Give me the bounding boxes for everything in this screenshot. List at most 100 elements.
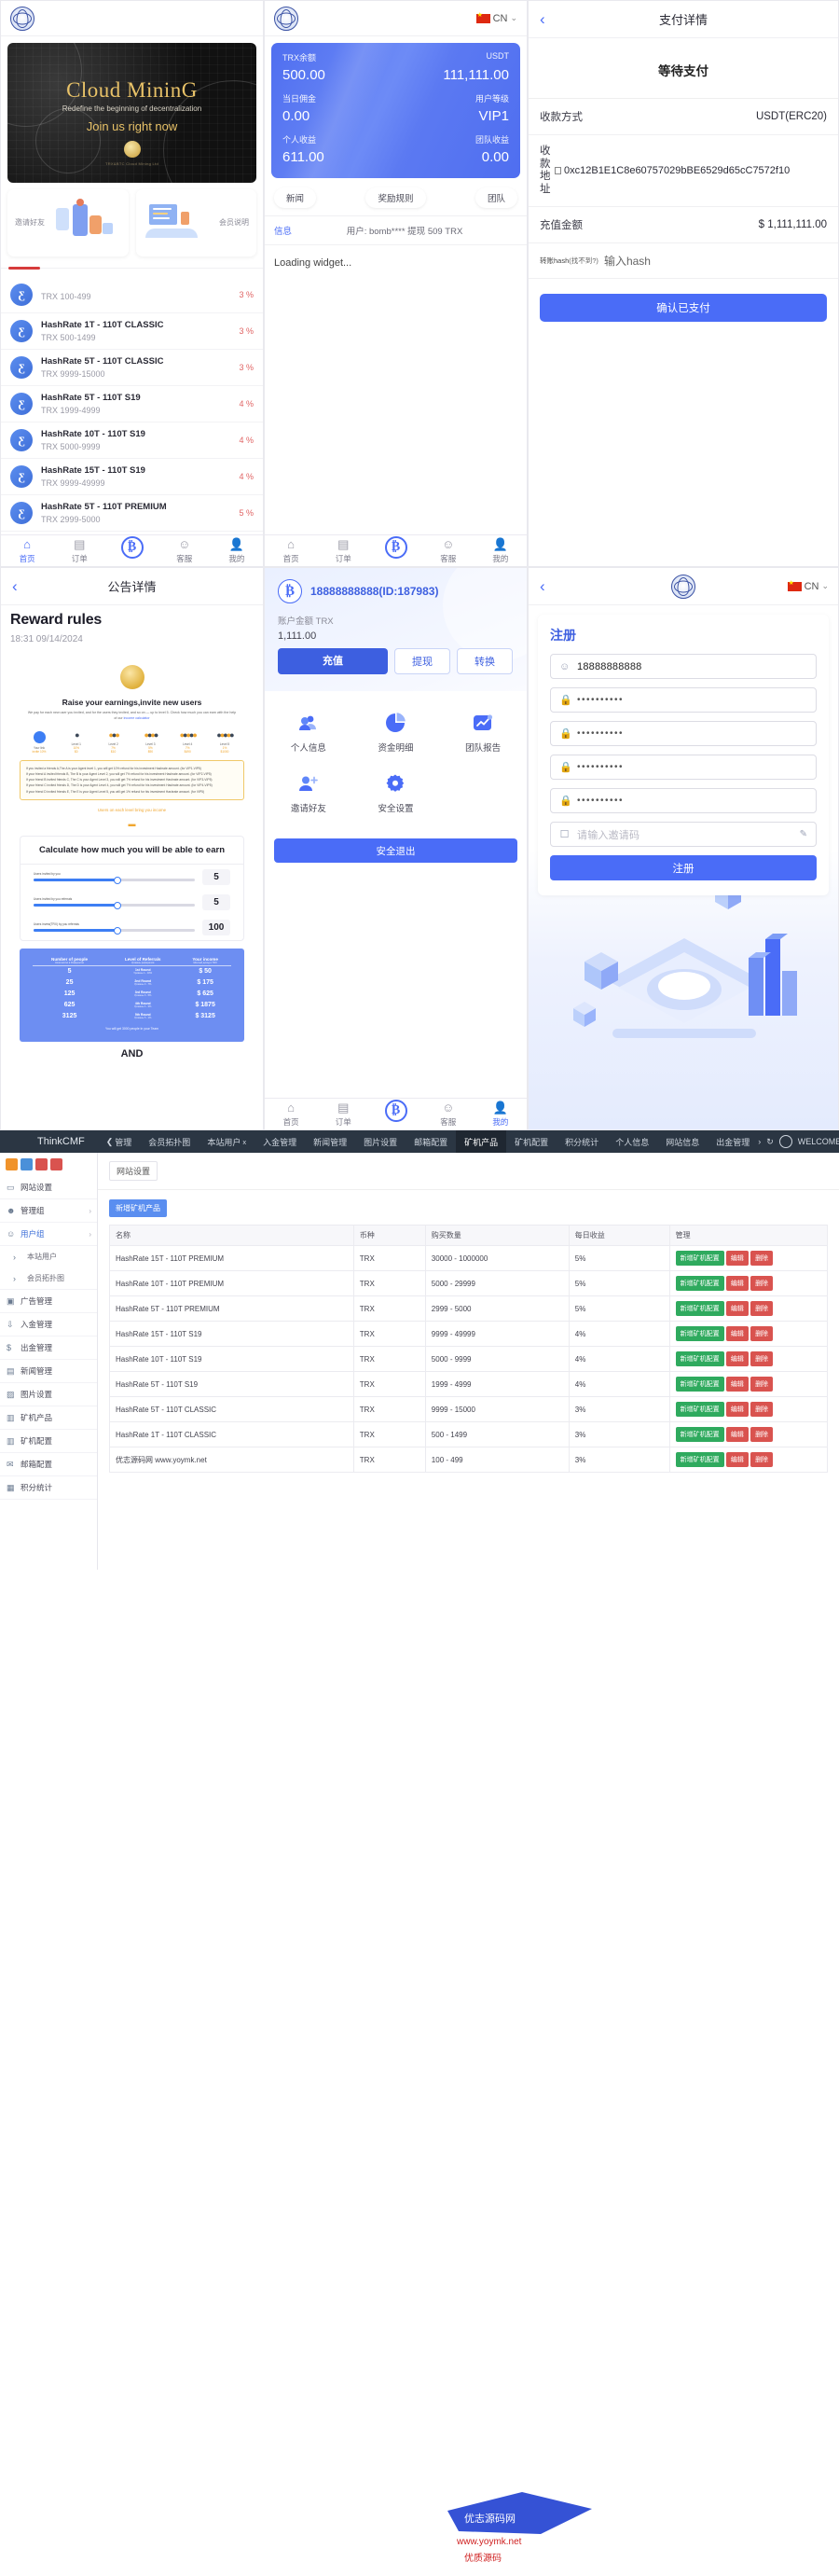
tab-home[interactable]: ⌂ 首页 xyxy=(265,1101,317,1128)
pill-reward-rules[interactable]: 奖励规则 xyxy=(365,187,426,208)
field-phone[interactable]: ☺ 18888888888 xyxy=(550,654,817,679)
convert-button[interactable]: 转换 xyxy=(457,648,513,674)
delete-button[interactable]: 删除 xyxy=(750,1452,774,1467)
delete-button[interactable]: 删除 xyxy=(750,1326,774,1341)
sidebar-item-site-users[interactable]: › 本站用户 xyxy=(0,1246,97,1267)
chevron-left-icon[interactable]: ‹ xyxy=(12,577,18,596)
scan-icon[interactable]: ✎ xyxy=(800,829,807,839)
quick-fire-icon[interactable] xyxy=(50,1158,62,1170)
edit-button[interactable]: 编辑 xyxy=(725,1377,749,1392)
sidebar-item-deposit-mgmt[interactable]: ⇩ 入金管理 xyxy=(0,1313,97,1336)
safe-exit-button[interactable]: 安全退出 xyxy=(274,838,517,863)
language-selector[interactable]: CN ⌄ xyxy=(475,11,517,24)
menu-personal-info[interactable]: 个人信息 xyxy=(265,704,352,765)
quick-alert-icon[interactable] xyxy=(35,1158,48,1170)
nav-points-stats[interactable]: 积分统计 xyxy=(557,1130,607,1153)
tab-profile[interactable]: 👤 我的 xyxy=(475,1101,527,1128)
product-row[interactable]: Ƹ HashRate 5T - 110T CLASSIC TRX 9999-15… xyxy=(1,350,263,386)
sidebar-item-admin-group[interactable]: ☻ 管理组 › xyxy=(0,1199,97,1223)
tab-profile[interactable]: 👤 我的 xyxy=(211,537,263,564)
tab-profile[interactable]: 👤 我的 xyxy=(475,537,527,564)
add-config-button[interactable]: 新增矿机配置 xyxy=(675,1427,724,1442)
product-row[interactable]: Ƹ HashRate 10T - 110T S19 TRX 5000-9999 … xyxy=(1,422,263,459)
sidebar-item-miner-products[interactable]: ▥ 矿机产品 xyxy=(0,1406,97,1430)
field-password-confirm[interactable]: 🔒 •••••••••• xyxy=(550,721,817,746)
nav-member-topology[interactable]: 会员拓扑图 xyxy=(140,1130,199,1153)
menu-invite-friends[interactable]: 邀请好友 xyxy=(265,765,352,825)
add-config-button[interactable]: 新增矿机配置 xyxy=(675,1326,724,1341)
tab-mining[interactable]: ₿ xyxy=(369,536,421,560)
nav-mail-config[interactable]: 邮箱配置 xyxy=(406,1130,456,1153)
add-config-button[interactable]: 新增矿机配置 xyxy=(675,1251,724,1266)
field-invite-code[interactable]: ☐ 请输入邀请码 ✎ xyxy=(550,822,817,847)
breadcrumb-label[interactable]: 网站设置 xyxy=(109,1161,158,1181)
home-banner[interactable]: Cloud MininG Redefine the beginning of d… xyxy=(7,43,256,183)
delete-button[interactable]: 删除 xyxy=(750,1377,774,1392)
product-row[interactable]: Ƹ HashRate 1T - 110T CLASSIC TRX 500-149… xyxy=(1,313,263,350)
nav-miner-config[interactable]: 矿机配置 xyxy=(506,1130,557,1153)
nav-withdraw-mgmt[interactable]: 出金管理 xyxy=(708,1130,758,1153)
field-password[interactable]: 🔒 •••••••••• xyxy=(550,687,817,713)
tab-orders[interactable]: ▤ 订单 xyxy=(53,537,105,564)
sidebar-item-user-group[interactable]: ☺ 用户组 › xyxy=(0,1223,97,1246)
nav-manage[interactable]: ❮ 管理 xyxy=(98,1130,141,1153)
menu-fund-details[interactable]: 资金明细 xyxy=(352,704,440,765)
refresh-icon[interactable]: ↻ xyxy=(766,1137,774,1147)
menu-team-report[interactable]: 团队报告 xyxy=(439,704,527,765)
card-member-info[interactable]: 会员说明 xyxy=(135,189,256,256)
sidebar-item-points-stats[interactable]: ▦ 积分统计 xyxy=(0,1476,97,1500)
nav-news-mgmt[interactable]: 新闻管理 xyxy=(305,1130,355,1153)
add-config-button[interactable]: 新增矿机配置 xyxy=(675,1452,724,1467)
tab-mining[interactable]: ₿ xyxy=(105,536,158,560)
hash-hint-link[interactable]: (找不到?) xyxy=(569,256,598,265)
product-row[interactable]: Ƹ HashRate 5T - 110T S19 TRX 1999-4999 4… xyxy=(1,386,263,422)
edit-button[interactable]: 编辑 xyxy=(725,1402,749,1417)
tab-support[interactable]: ☺ 客服 xyxy=(422,537,475,564)
sidebar-item-miner-config[interactable]: ▥ 矿机配置 xyxy=(0,1430,97,1453)
menu-security-settings[interactable]: 安全设置 xyxy=(352,765,440,825)
chevron-left-icon[interactable]: ‹ xyxy=(540,577,545,596)
add-config-button[interactable]: 新增矿机配置 xyxy=(675,1351,724,1366)
delete-button[interactable]: 删除 xyxy=(750,1402,774,1417)
sidebar-item-mail-config[interactable]: ✉ 邮箱配置 xyxy=(0,1453,97,1476)
delete-button[interactable]: 删除 xyxy=(750,1251,774,1266)
nav-deposit-mgmt[interactable]: 入金管理 xyxy=(254,1130,305,1153)
edit-button[interactable]: 编辑 xyxy=(725,1301,749,1316)
tab-mining[interactable]: ₿ xyxy=(369,1100,421,1123)
register-submit-button[interactable]: 注册 xyxy=(550,855,817,880)
tab-orders[interactable]: ▤ 订单 xyxy=(317,1101,369,1128)
admin-user-label[interactable]: WELCOME_USER xyxy=(798,1137,839,1146)
nav-site-users[interactable]: 本站用户 x xyxy=(199,1130,254,1153)
edit-button[interactable]: 编辑 xyxy=(725,1326,749,1341)
sidebar-item-ad-mgmt[interactable]: ▣ 广告管理 xyxy=(0,1290,97,1313)
confirm-paid-button[interactable]: 确认已支付 xyxy=(540,294,827,323)
nav-more-icon[interactable]: › xyxy=(758,1137,761,1146)
sidebar-item-news-mgmt[interactable]: ▤ 新闻管理 xyxy=(0,1360,97,1383)
slider-referral-invest[interactable] xyxy=(34,926,195,935)
nav-personal-info[interactable]: 个人信息 xyxy=(607,1130,657,1153)
news-ticker[interactable]: 信息 用户: bomb**** 提现 509 TRX xyxy=(265,215,527,245)
nav-site-info[interactable]: 网站信息 xyxy=(657,1130,708,1153)
brand-logo-icon[interactable] xyxy=(274,6,298,31)
chevron-left-icon[interactable]: ‹ xyxy=(540,10,545,29)
sidebar-item-withdraw-mgmt[interactable]: $ 出金管理 xyxy=(0,1336,97,1360)
pill-news[interactable]: 新闻 xyxy=(274,187,317,208)
row-hash-input[interactable]: 转账hash(找不到?) 输入hash xyxy=(529,243,838,280)
edit-button[interactable]: 编辑 xyxy=(725,1351,749,1366)
product-row[interactable]: Ƹ HashRate 15T - 110T S19 TRX 9999-49999… xyxy=(1,459,263,495)
slider-referral-invited[interactable] xyxy=(34,901,195,909)
add-config-button[interactable]: 新增矿机配置 xyxy=(675,1402,724,1417)
close-icon[interactable]: x xyxy=(242,1138,246,1146)
tab-home[interactable]: ⌂ 首页 xyxy=(265,537,317,564)
withdraw-button[interactable]: 提现 xyxy=(394,648,450,674)
brand-logo-icon[interactable] xyxy=(671,574,695,599)
product-row[interactable]: Ƹ TRX 100-499 3 % xyxy=(1,277,263,313)
tab-support[interactable]: ☺ 客服 xyxy=(158,537,211,564)
add-config-button[interactable]: 新增矿机配置 xyxy=(675,1276,724,1291)
quick-doc-icon[interactable] xyxy=(21,1158,33,1170)
nav-miner-products[interactable]: 矿机产品 xyxy=(456,1130,507,1153)
add-product-button[interactable]: 新增矿机产品 xyxy=(109,1199,167,1217)
hash-input[interactable]: 输入hash xyxy=(604,253,827,269)
edit-button[interactable]: 编辑 xyxy=(725,1276,749,1291)
quick-home-icon[interactable] xyxy=(6,1158,18,1170)
